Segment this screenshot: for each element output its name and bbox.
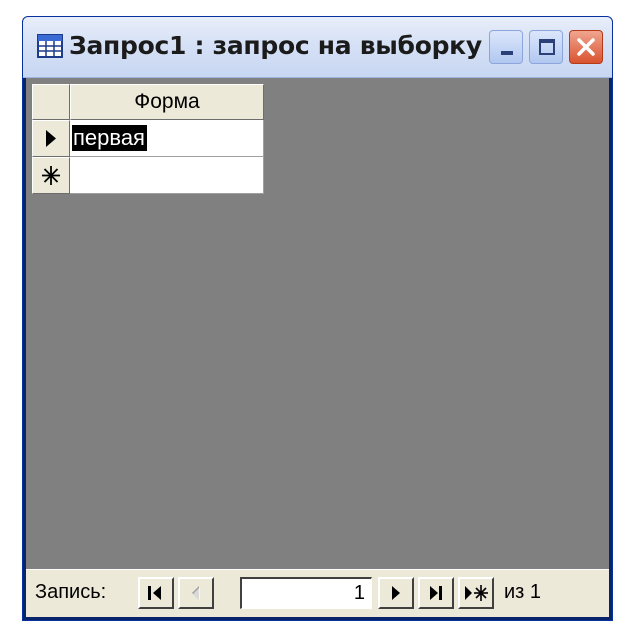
maximize-icon bbox=[539, 39, 555, 55]
table-cell-new-record[interactable] bbox=[70, 157, 264, 194]
column-header-forma[interactable]: Форма bbox=[70, 84, 264, 120]
last-record-button[interactable] bbox=[418, 577, 454, 609]
record-selector-current[interactable] bbox=[32, 120, 70, 157]
cell-value[interactable]: первая bbox=[72, 125, 147, 151]
table-cell-forma-row-1[interactable]: первая bbox=[70, 120, 264, 157]
maximize-button[interactable] bbox=[529, 30, 563, 64]
current-record-field[interactable]: 1 bbox=[240, 577, 372, 609]
select-all-corner[interactable] bbox=[32, 84, 70, 120]
datasheet-icon[interactable] bbox=[37, 34, 63, 58]
minimize-button[interactable] bbox=[489, 30, 523, 64]
record-navigation-bar: Запись: 1 из 1 bbox=[26, 569, 609, 617]
datasheet-area: Форма первая Запись: 1 из 1 bbox=[26, 78, 609, 617]
close-button[interactable] bbox=[569, 30, 603, 64]
new-record-button[interactable] bbox=[458, 577, 494, 609]
record-label: Запись: bbox=[35, 581, 107, 603]
query-window: Запрос1 : запрос на выборку Форма первая bbox=[22, 16, 613, 621]
record-count-label: из 1 bbox=[504, 581, 542, 603]
next-record-button[interactable] bbox=[378, 577, 414, 609]
new-record-asterisk-icon bbox=[42, 166, 60, 185]
current-record-arrow-icon bbox=[46, 130, 56, 147]
next-record-icon bbox=[392, 586, 400, 600]
previous-record-icon bbox=[192, 586, 200, 601]
previous-record-button[interactable] bbox=[178, 577, 214, 609]
new-record-icon bbox=[465, 585, 488, 601]
minimize-icon bbox=[501, 51, 513, 55]
first-record-icon bbox=[148, 586, 161, 600]
first-record-button[interactable] bbox=[138, 577, 174, 609]
title-bar[interactable]: Запрос1 : запрос на выборку bbox=[23, 17, 612, 78]
last-record-icon bbox=[430, 586, 442, 600]
window-title: Запрос1 : запрос на выборку bbox=[69, 31, 482, 60]
record-selector-new[interactable] bbox=[32, 157, 70, 194]
close-icon bbox=[577, 38, 595, 56]
